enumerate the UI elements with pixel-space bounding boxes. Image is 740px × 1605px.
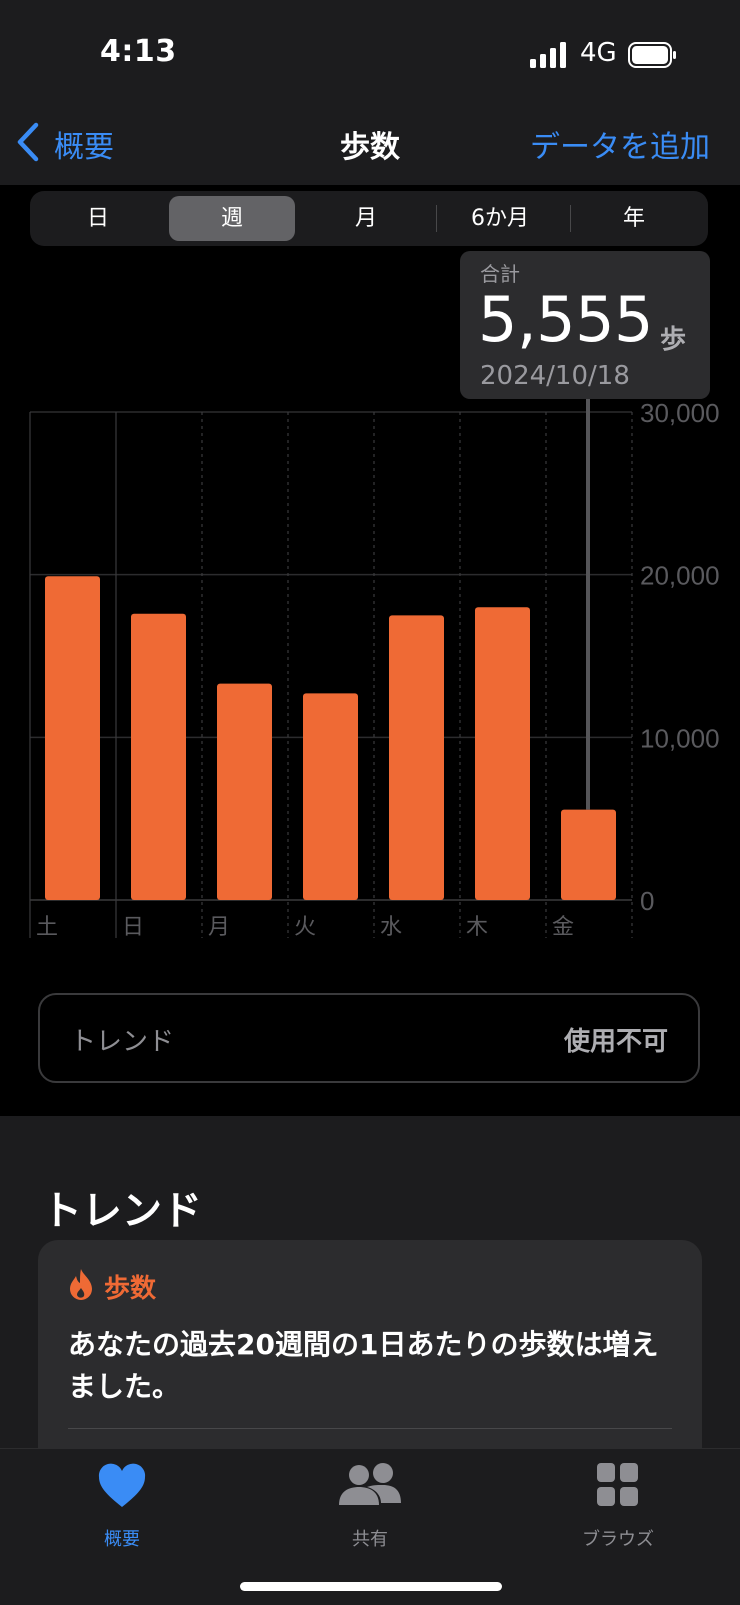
tab-summary[interactable]: 概要 (52, 1449, 192, 1559)
trends-section: トレンド 歩数 あなたの過去20週間の1日あたりの歩数は増えました。 (0, 1116, 740, 1500)
tab-label: 共有 (352, 1529, 388, 1550)
trend-row[interactable]: トレンド 使用不可 (38, 993, 700, 1083)
grid-icon (597, 1463, 638, 1506)
segment-month[interactable]: 月 (303, 196, 429, 241)
bar-6[interactable] (561, 809, 616, 900)
bar-0[interactable] (45, 576, 100, 900)
segment-6-months[interactable]: 6か月 (437, 196, 563, 241)
cellular-signal-icon (530, 42, 566, 68)
x-tick-label: 土 (36, 915, 58, 940)
tooltip-value: 5,555 (478, 283, 654, 356)
navigation-bar: 4:13 4G 概要 歩数 データを追加 (0, 0, 740, 185)
divider (68, 1428, 672, 1429)
trend-card-category: 歩数 (104, 1274, 157, 1304)
x-tick-label: 木 (466, 915, 488, 940)
tooltip-unit: 歩 (660, 325, 687, 355)
tab-label: 概要 (104, 1529, 140, 1550)
add-data-button[interactable]: データを追加 (530, 122, 710, 166)
segment-week[interactable]: 週 (169, 196, 295, 241)
bar-4[interactable] (389, 615, 444, 900)
tooltip-date: 2024/10/18 (480, 361, 630, 391)
bar-2[interactable] (217, 683, 272, 900)
x-tick-label: 水 (380, 915, 402, 940)
x-tick-label: 金 (552, 915, 574, 940)
network-type: 4G (580, 38, 617, 68)
x-tick-label: 月 (208, 915, 230, 940)
trend-card-text: あなたの過去20週間の1日あたりの歩数は増えました。 (68, 1328, 659, 1403)
bar-1[interactable] (131, 613, 186, 900)
segment-year[interactable]: 年 (571, 196, 697, 241)
bar-3[interactable] (303, 693, 358, 900)
y-tick-label: 30,000 (640, 398, 720, 428)
tab-sharing[interactable]: 共有 (300, 1449, 440, 1559)
period-segmented-control: 日 週 月 6か月 年 (30, 191, 708, 246)
selection-tooltip: 合計 5,555 歩 2024/10/18 (460, 251, 710, 399)
x-tick-label: 日 (122, 915, 144, 940)
y-tick-label: 20,000 (640, 561, 720, 591)
trend-status: 使用不可 (563, 1027, 668, 1057)
section-title: トレンド (42, 1188, 202, 1234)
status-time: 4:13 (100, 34, 177, 69)
tab-browse[interactable]: ブラウズ (548, 1449, 688, 1559)
battery-icon (628, 42, 676, 68)
heart-icon (98, 1463, 146, 1507)
x-tick-label: 火 (294, 915, 316, 940)
people-icon (339, 1463, 401, 1505)
home-indicator (240, 1582, 502, 1591)
tab-label: ブラウズ (582, 1529, 654, 1550)
y-tick-label: 0 (640, 886, 654, 916)
bar-5[interactable] (475, 607, 530, 900)
segment-day[interactable]: 日 (35, 196, 161, 241)
y-tick-label: 10,000 (640, 723, 720, 753)
flame-icon (70, 1269, 92, 1300)
steps-bar-chart[interactable]: 0 10,000 20,000 30,000 土 日 月 火 水 木 金 (0, 395, 740, 945)
trend-label: トレンド (70, 1027, 175, 1057)
